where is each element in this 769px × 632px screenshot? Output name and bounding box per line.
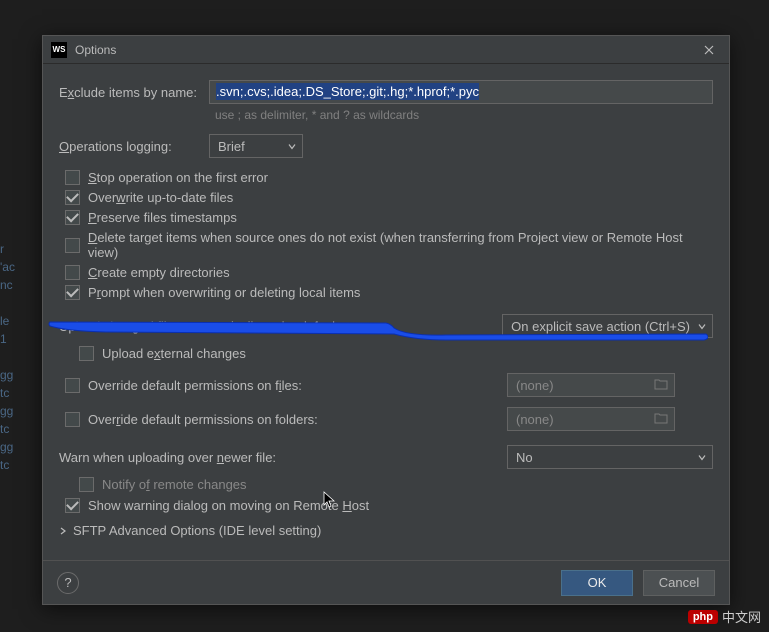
exclude-label: Exclude items by name: <box>59 85 209 100</box>
titlebar[interactable]: WS Options <box>43 36 729 64</box>
exclude-hint: use ; as delimiter, * and ? as wildcards <box>215 108 713 122</box>
preserve-row: Preserve files timestamps <box>65 210 713 225</box>
upload-auto-label: Upload changed files automatically to th… <box>59 319 502 334</box>
watermark: php 中文网 <box>688 607 761 626</box>
delete-target-checkbox[interactable] <box>65 238 80 253</box>
folders-permission-input[interactable]: (none) <box>507 407 675 431</box>
overwrite-row: Overwrite up-to-date files <box>65 190 713 205</box>
warn-newer-label: Warn when uploading over newer file: <box>59 450 507 465</box>
overwrite-label: Overwrite up-to-date files <box>88 190 233 205</box>
background-editor-text: r'acncle1ggtcggtcggtc <box>0 240 30 474</box>
ok-button[interactable]: OK <box>561 570 633 596</box>
dialog-footer: ? OK Cancel <box>43 560 729 604</box>
stop-error-row: Stop operation on the first error <box>65 170 713 185</box>
exclude-input[interactable]: .svn;.cvs;.idea;.DS_Store;.git;.hg;*.hpr… <box>209 80 713 104</box>
cancel-button[interactable]: Cancel <box>643 570 715 596</box>
close-icon <box>704 45 714 55</box>
notify-remote-row: Notify of remote changes <box>79 477 713 492</box>
folder-icon <box>654 378 668 393</box>
override-folders-checkbox[interactable] <box>65 412 80 427</box>
sftp-advanced-label: SFTP Advanced Options (IDE level setting… <box>73 523 321 538</box>
sftp-advanced-row[interactable]: SFTP Advanced Options (IDE level setting… <box>59 523 713 538</box>
upload-auto-select[interactable]: On explicit save action (Ctrl+S) <box>502 314 713 338</box>
stop-error-label: Stop operation on the first error <box>88 170 268 185</box>
preserve-checkbox[interactable] <box>65 210 80 225</box>
upload-external-row: Upload external changes <box>79 346 713 361</box>
delete-target-label: Delete target items when source ones do … <box>88 230 713 260</box>
create-empty-label: Create empty directories <box>88 265 230 280</box>
create-empty-checkbox[interactable] <box>65 265 80 280</box>
override-folders-label: Override default permissions on folders: <box>88 412 318 427</box>
operations-row: Operations logging: Brief <box>59 134 713 158</box>
operations-label: Operations logging: <box>59 139 209 154</box>
preserve-label: Preserve files timestamps <box>88 210 237 225</box>
stop-error-checkbox[interactable] <box>65 170 80 185</box>
upload-external-label: Upload external changes <box>102 346 246 361</box>
exclude-row: Exclude items by name: .svn;.cvs;.idea;.… <box>59 80 713 104</box>
dialog-content: Exclude items by name: .svn;.cvs;.idea;.… <box>43 64 729 546</box>
override-files-checkbox[interactable] <box>65 378 80 393</box>
watermark-text: 中文网 <box>722 607 761 626</box>
delete-target-row: Delete target items when source ones do … <box>65 230 713 260</box>
upload-external-checkbox[interactable] <box>79 346 94 361</box>
show-warning-row: Show warning dialog on moving on Remote … <box>65 498 713 513</box>
notify-remote-label: Notify of remote changes <box>102 477 247 492</box>
create-empty-row: Create empty directories <box>65 265 713 280</box>
notify-remote-checkbox[interactable] <box>79 477 94 492</box>
override-files-row: Override default permissions on files: (… <box>59 373 713 397</box>
chevron-down-icon <box>288 139 296 154</box>
watermark-badge: php <box>688 610 718 624</box>
prompt-checkbox[interactable] <box>65 285 80 300</box>
show-warning-label: Show warning dialog on moving on Remote … <box>88 498 369 513</box>
help-button[interactable]: ? <box>57 572 79 594</box>
chevron-down-icon <box>698 319 706 334</box>
prompt-label: Prompt when overwriting or deleting loca… <box>88 285 360 300</box>
close-button[interactable] <box>697 38 721 62</box>
override-files-label: Override default permissions on files: <box>88 378 302 393</box>
overwrite-checkbox[interactable] <box>65 190 80 205</box>
app-icon: WS <box>51 42 67 58</box>
files-permission-input[interactable]: (none) <box>507 373 675 397</box>
warn-newer-row: Warn when uploading over newer file: No <box>59 445 713 469</box>
chevron-down-icon <box>698 450 706 465</box>
expand-arrow-icon <box>59 523 67 538</box>
warn-newer-select[interactable]: No <box>507 445 713 469</box>
show-warning-checkbox[interactable] <box>65 498 80 513</box>
upload-auto-row: Upload changed files automatically to th… <box>59 314 713 338</box>
options-dialog: WS Options Exclude items by name: .svn;.… <box>42 35 730 605</box>
prompt-row: Prompt when overwriting or deleting loca… <box>65 285 713 300</box>
folder-icon <box>654 412 668 427</box>
operations-select[interactable]: Brief <box>209 134 303 158</box>
override-folders-row: Override default permissions on folders:… <box>59 407 713 431</box>
window-title: Options <box>75 43 697 57</box>
